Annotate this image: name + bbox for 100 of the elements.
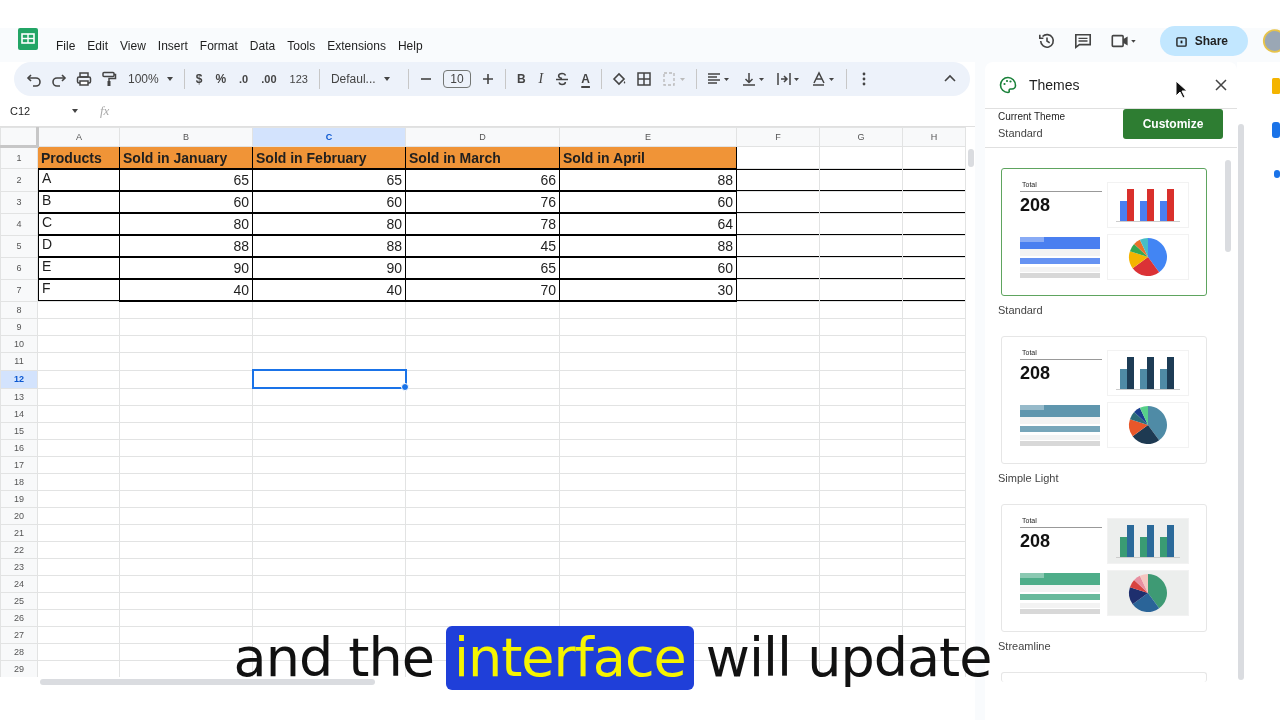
formula-label: fx [100,103,110,119]
merge-cells-icon[interactable] [660,71,687,87]
vertical-align-icon[interactable] [740,71,767,87]
table-cell: 65 [119,168,253,191]
column-header[interactable]: C [252,127,406,147]
column-header[interactable]: H [902,127,966,147]
table-cell: 76 [405,191,560,213]
theme-name[interactable]: Standard [998,304,1225,316]
table-cell: 70 [405,279,560,302]
column-header[interactable]: A [37,127,120,147]
sheets-logo-icon[interactable] [18,28,38,50]
row-header[interactable]: 5 [0,235,38,257]
close-icon[interactable] [1215,79,1227,91]
italic-button[interactable]: I [536,71,546,87]
caption-text: will update [705,626,992,690]
row-header[interactable]: 6 [0,257,38,279]
column-header[interactable]: G [819,127,903,147]
fill-color-icon[interactable] [610,71,627,87]
undo-icon[interactable] [26,71,42,87]
table-cell: 78 [405,213,560,235]
tasks-icon[interactable] [1270,122,1280,138]
table-cell: 60 [119,191,253,213]
current-theme-label: Current Theme [998,111,1066,122]
menu-item[interactable]: Edit [81,39,115,53]
column-header[interactable]: B [119,127,253,147]
menu-item[interactable]: Format [193,39,244,53]
caption-text: interface [445,626,694,690]
table-cell: Sold in April [559,146,737,169]
theme-name[interactable]: Streamline [998,640,1225,652]
table-cell: 60 [559,257,737,279]
table-cell: 40 [252,279,406,302]
total-value: 208 [1020,195,1052,216]
strikethrough-icon[interactable] [554,71,571,87]
customize-button[interactable]: Customize [1123,109,1223,139]
increase-decimal-button[interactable]: .00 [259,73,279,85]
table-cell: 66 [405,168,560,191]
borders-icon[interactable] [635,71,652,87]
corner-cell[interactable] [0,127,38,147]
scrollbar-thumb[interactable] [1238,124,1244,680]
menu-item[interactable]: Tools [281,39,322,53]
table-cell: 60 [252,191,406,213]
history-icon[interactable] [1037,32,1056,50]
table-cell: 60 [559,191,737,213]
row-header[interactable]: 1 [0,146,38,169]
menu-item[interactable]: File [50,39,82,53]
row-header[interactable]: 7 [0,279,38,302]
font-size-field[interactable]: 10 [442,70,471,88]
text-color-button[interactable]: A [579,72,592,86]
font-dropdown[interactable]: Defaul... [328,72,399,86]
scrollbar-thumb[interactable] [40,679,375,685]
redo-icon[interactable] [51,71,67,87]
print-icon[interactable] [76,71,92,87]
column-header[interactable]: F [736,127,820,147]
caption-text: and the [233,626,434,690]
row-header[interactable]: 2 [0,168,38,191]
row-header[interactable]: 4 [0,213,38,235]
bold-button[interactable]: B [514,72,528,86]
selected-cell[interactable] [252,370,406,388]
mouse-cursor-icon [1175,80,1189,100]
share-button[interactable]: Share [1159,26,1248,56]
menu-item[interactable]: Help [391,39,429,53]
table-cell: 65 [405,257,560,279]
total-value: 208 [1020,363,1052,384]
paint-format-icon[interactable] [101,71,117,87]
comment-icon[interactable] [1073,32,1092,50]
column-header[interactable]: D [405,127,560,147]
currency-button[interactable]: $ [193,72,205,86]
menu-item[interactable]: Insert [151,39,194,53]
panel-title: Themes [1029,77,1080,93]
text-rotation-icon[interactable] [810,71,837,87]
scrollbar-thumb[interactable] [1225,160,1231,252]
decrease-decimal-button[interactable]: .0 [237,73,251,85]
table-cell: 88 [559,168,737,191]
number-format-button[interactable]: 123 [287,73,310,85]
theme-name[interactable]: Simple Light [998,472,1225,484]
zoom-dropdown[interactable]: 100% [126,72,175,86]
share-icon [1175,35,1187,47]
table-cell: 90 [252,257,406,279]
table-cell: 88 [252,235,406,257]
text-wrap-icon[interactable] [775,71,802,87]
table-cell: 88 [559,235,737,257]
table-cell: 90 [119,257,253,279]
stripes-icon [1020,403,1100,447]
menu-item[interactable]: Data [243,39,282,53]
table-cell: Sold in February [252,146,406,169]
scrollbar-thumb[interactable] [968,149,974,167]
menu-item[interactable]: View [114,39,152,53]
video-call-icon[interactable] [1109,32,1138,50]
align-icon[interactable] [705,71,732,87]
row-header[interactable]: 3 [0,191,38,213]
current-theme-name: Standard [998,127,1044,139]
percent-button[interactable]: % [213,72,229,86]
table-cell: 45 [405,235,560,257]
name-box[interactable]: C12 [10,105,78,117]
column-header[interactable]: E [559,127,737,147]
stripes-icon [1020,571,1100,615]
total-value: 208 [1020,531,1052,552]
menu-item[interactable]: Extensions [321,39,392,53]
table-cell: 65 [252,168,406,191]
table-cell: 40 [119,279,253,302]
